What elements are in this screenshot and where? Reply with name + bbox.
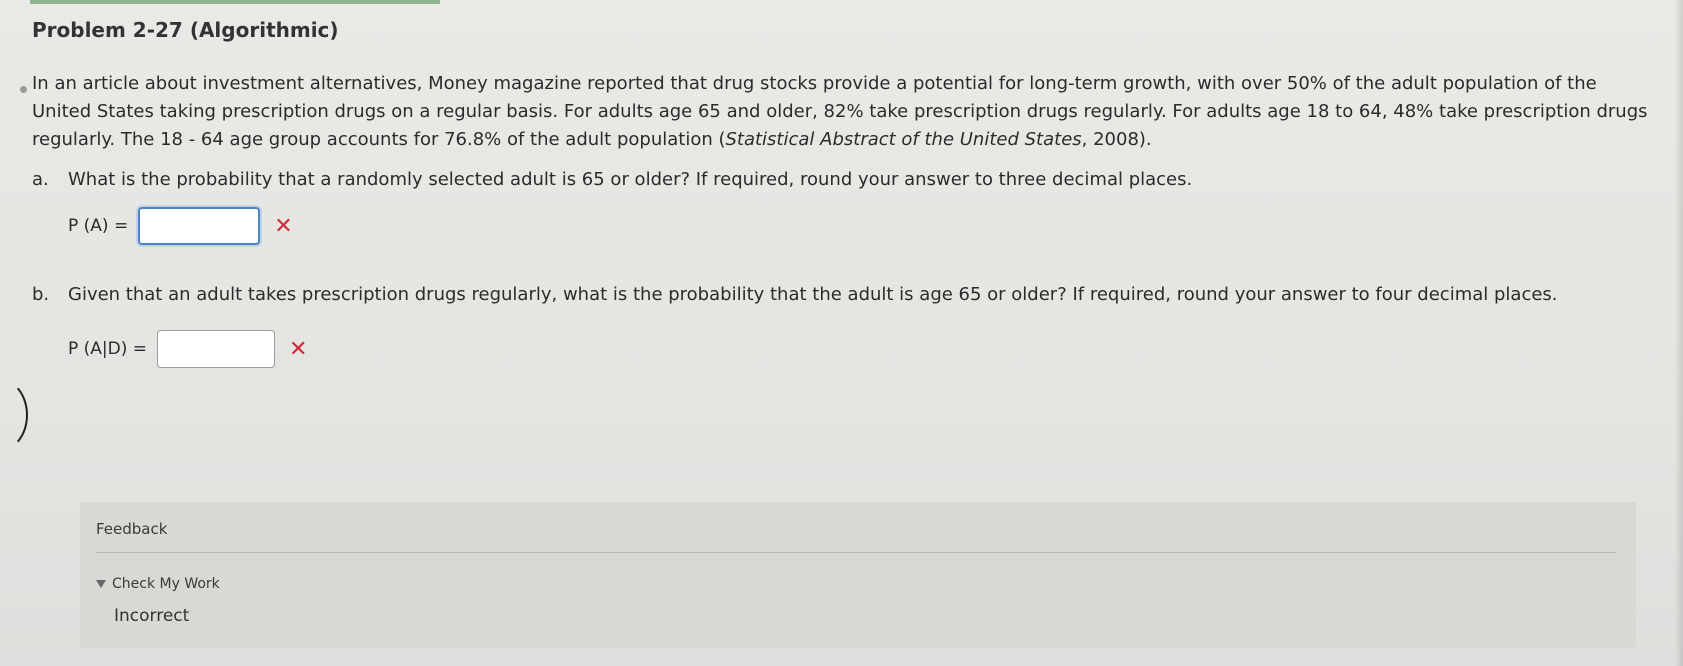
feedback-title: Feedback	[96, 520, 168, 538]
triangle-down-icon	[96, 580, 106, 588]
question-a: a. What is the probability that a random…	[32, 166, 1652, 193]
check-my-work-label: Check My Work	[112, 576, 220, 592]
answer-a-row: P (A) = ✕	[68, 207, 1652, 245]
top-accent-rule	[30, 0, 440, 4]
problem-page: Problem 2-27 (Algorithmic) In an article…	[32, 18, 1652, 368]
intro-citation: Statistical Abstract of the United State…	[725, 129, 1082, 150]
answer-a-label: P (A) =	[68, 216, 129, 236]
question-b-text: Given that an adult takes prescription d…	[68, 284, 1558, 305]
problem-title: Problem 2-27 (Algorithmic)	[32, 18, 339, 42]
question-a-letter: a.	[32, 169, 49, 190]
question-b: b. Given that an adult takes prescriptio…	[32, 281, 1652, 308]
page-edge-curve	[0, 378, 28, 452]
intro-text-end: , 2008).	[1081, 129, 1152, 150]
answer-b-row: P (A|D) = ✕	[68, 330, 1652, 368]
answer-a-input[interactable]	[138, 207, 261, 245]
question-a-text: What is the probability that a randomly …	[68, 169, 1193, 190]
answer-b-input[interactable]	[157, 330, 276, 368]
bullet-icon	[20, 86, 27, 93]
incorrect-x-icon: ✕	[289, 336, 308, 362]
check-my-work-toggle[interactable]: Check My Work	[96, 576, 220, 592]
problem-intro: In an article about investment alternati…	[32, 70, 1652, 154]
feedback-panel: Feedback Check My Work Incorrect	[80, 502, 1636, 648]
feedback-divider	[96, 552, 1616, 553]
question-b-letter: b.	[32, 284, 50, 305]
right-edge-shadow	[1675, 0, 1683, 666]
incorrect-x-icon: ✕	[274, 213, 293, 239]
feedback-status: Incorrect	[114, 606, 190, 626]
answer-b-label: P (A|D) =	[68, 339, 148, 359]
